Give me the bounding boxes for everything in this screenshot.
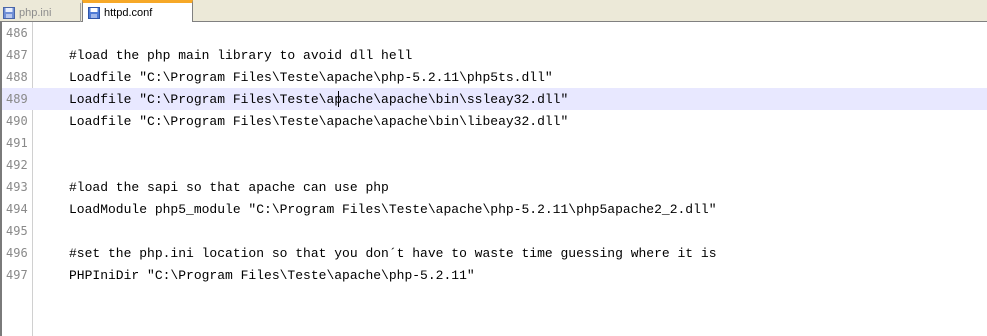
line-text[interactable]: #set the php.ini location so that you do…: [69, 246, 717, 261]
line-text[interactable]: LoadModule php5_module "C:\Program Files…: [69, 202, 717, 217]
line-number: 496: [6, 246, 28, 260]
line-text[interactable]: #load the sapi so that apache can use ph…: [69, 180, 389, 195]
line-text[interactable]: PHPIniDir "C:\Program Files\Teste\apache…: [69, 268, 475, 283]
line-number: 489: [6, 92, 28, 106]
line-text[interactable]: Loadfile "C:\Program Files\Teste\apache\…: [69, 114, 568, 129]
line-number: 488: [6, 70, 28, 84]
line-number: 497: [6, 268, 28, 282]
line-number: 493: [6, 180, 28, 194]
editor-line-current[interactable]: 489 Loadfile "C:\Program Files\Teste\apa…: [2, 88, 987, 110]
editor-line[interactable]: 491: [2, 132, 987, 154]
tab-label: php.ini: [19, 6, 52, 19]
editor-line[interactable]: 493 #load the sapi so that apache can us…: [2, 176, 987, 198]
tab-label: httpd.conf: [104, 7, 153, 19]
editor-line[interactable]: 487 #load the php main library to avoid …: [2, 44, 987, 66]
line-number: 494: [6, 202, 28, 216]
line-number: 492: [6, 158, 28, 172]
editor-line[interactable]: 497 PHPIniDir "C:\Program Files\Teste\ap…: [2, 264, 987, 286]
editor-line[interactable]: 495: [2, 220, 987, 242]
editor-line[interactable]: 496 #set the php.ini location so that yo…: [2, 242, 987, 264]
line-number: 487: [6, 48, 28, 62]
line-text[interactable]: Loadfile "C:\Program Files\Teste\apache\…: [69, 70, 553, 85]
line-text[interactable]: Loadfile "C:\Program Files\Teste\apache\…: [69, 92, 568, 107]
line-text[interactable]: #load the php main library to avoid dll …: [69, 48, 412, 63]
tab-httpd-conf[interactable]: httpd.conf: [82, 0, 193, 23]
line-number: 491: [6, 136, 28, 150]
editor-line[interactable]: 494 LoadModule php5_module "C:\Program F…: [2, 198, 987, 220]
line-number: 495: [6, 224, 28, 238]
code-editor[interactable]: 486 487 #load the php main library to av…: [0, 22, 987, 336]
editor-line[interactable]: 486: [2, 22, 987, 44]
text-caret: [338, 91, 339, 107]
line-number: 490: [6, 114, 28, 128]
save-file-icon: [88, 7, 100, 19]
save-file-icon: [3, 6, 15, 19]
editor-line[interactable]: 492: [2, 154, 987, 176]
editor-line[interactable]: 488 Loadfile "C:\Program Files\Teste\apa…: [2, 66, 987, 88]
line-number: 486: [6, 26, 28, 40]
tab-php-ini[interactable]: php.ini: [0, 3, 81, 22]
tab-bar: php.ini httpd.conf: [0, 0, 987, 23]
editor-line[interactable]: 490 Loadfile "C:\Program Files\Teste\apa…: [2, 110, 987, 132]
